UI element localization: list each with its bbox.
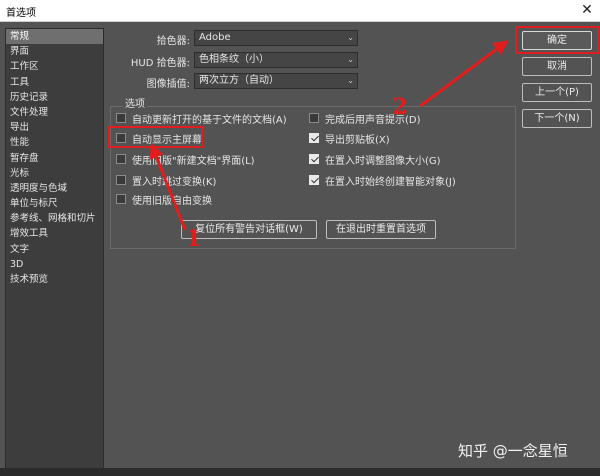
bottom-edge	[0, 468, 600, 476]
watermark: 知乎 @一念星恒	[458, 442, 568, 460]
annotation-marker-1: 1	[186, 226, 202, 252]
arrow-to-home-screen-icon	[149, 143, 187, 231]
annotation-marker-2: 2	[392, 94, 408, 120]
arrow-to-ok-icon	[419, 40, 509, 108]
annotation-arrows	[149, 40, 509, 231]
